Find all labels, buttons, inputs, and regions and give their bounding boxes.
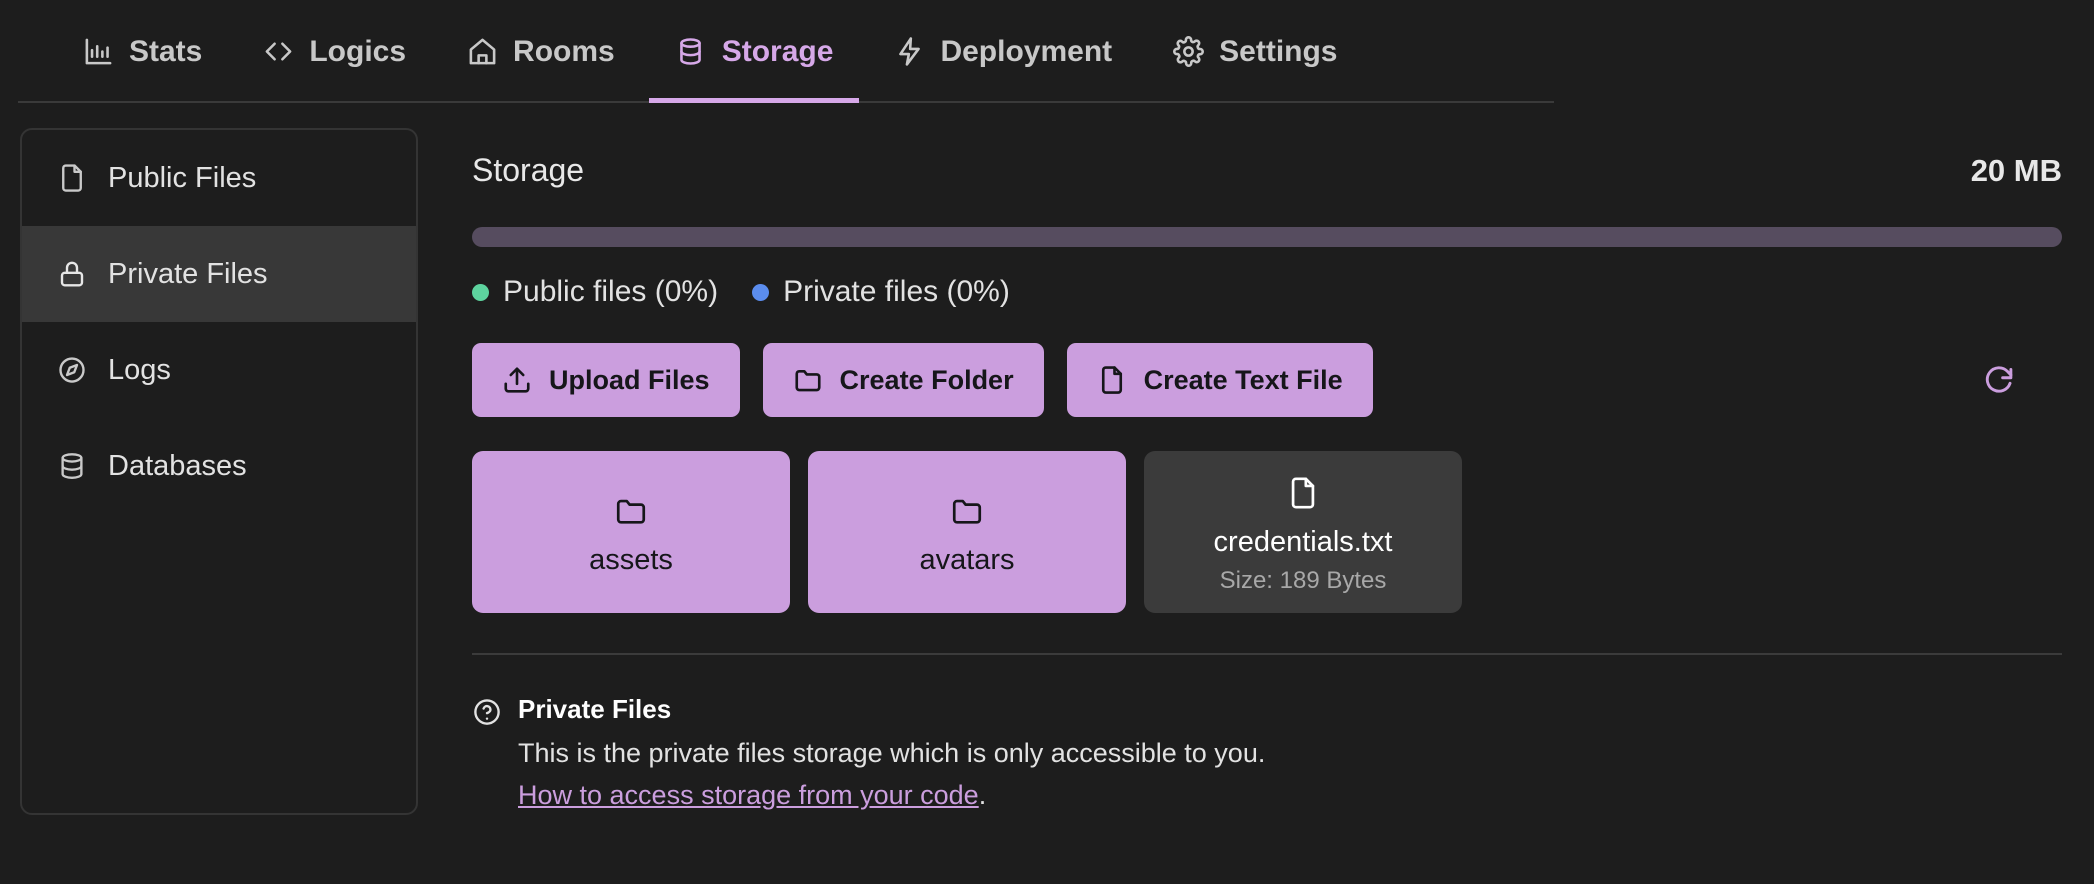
sidebar-item-private-files[interactable]: Private Files [22, 226, 416, 322]
button-label: Create Folder [839, 364, 1014, 395]
file-name: avatars [919, 543, 1015, 576]
tab-label: Deployment [940, 34, 1113, 68]
storage-header: Storage 20 MB [470, 128, 2064, 189]
question-mark-icon [472, 691, 502, 815]
help-title: Private Files [518, 694, 672, 724]
folder-icon [950, 488, 984, 534]
storage-docs-link[interactable]: How to access storage from your code [518, 780, 979, 810]
sidebar: Public Files Private Files Logs Database… [20, 128, 418, 815]
button-label: Upload Files [549, 364, 710, 395]
file-icon [1097, 365, 1127, 395]
tab-logics[interactable]: Logics [232, 0, 436, 103]
help-body: Private Files This is the private files … [518, 691, 1265, 815]
storage-toolbar: Upload Files Create Folder Create Text F… [472, 343, 2062, 417]
storage-legend: Public files (0%) Private files (0%) [472, 275, 2062, 309]
tab-deployment[interactable]: Deployment [863, 0, 1142, 103]
sidebar-item-logs[interactable]: Logs [22, 322, 416, 418]
tab-rooms[interactable]: Rooms [436, 0, 645, 103]
sidebar-item-public-files[interactable]: Public Files [22, 130, 416, 226]
legend-dot-private [752, 283, 770, 301]
tab-label: Logics [309, 34, 407, 68]
sidebar-item-databases[interactable]: Databases [22, 418, 416, 514]
legend-label: Public files (0%) [503, 275, 719, 308]
refresh-button[interactable] [1970, 352, 2026, 408]
code-icon [262, 36, 294, 68]
folder-card-assets[interactable]: assets [472, 451, 790, 613]
legend-item-private-files: Private files (0%) [752, 275, 1010, 309]
upload-icon [502, 365, 532, 395]
tab-label: Stats [129, 34, 203, 68]
folder-card-avatars[interactable]: avatars [808, 451, 1126, 613]
storage-usage-bar [472, 227, 2062, 247]
file-size: Size: 189 Bytes [1219, 566, 1387, 594]
tab-label: Settings [1219, 34, 1338, 68]
legend-item-public-files: Public files (0%) [472, 275, 718, 309]
sidebar-item-label: Databases [108, 449, 247, 482]
tab-label: Storage [721, 34, 834, 68]
sidebar-item-label: Logs [108, 353, 171, 386]
button-label: Create Text File [1143, 364, 1343, 395]
create-folder-button[interactable]: Create Folder [762, 343, 1044, 417]
database-icon [56, 450, 88, 482]
home-icon [466, 36, 498, 68]
top-navigation: Stats Logics Rooms Storage Deployment Se… [0, 0, 2094, 103]
help-link-suffix: . [978, 780, 987, 811]
page-body: Public Files Private Files Logs Database… [0, 103, 2094, 815]
file-name: credentials.txt [1213, 525, 1393, 558]
file-icon [56, 162, 88, 194]
legend-dot-public [472, 283, 489, 301]
tab-label: Rooms [513, 34, 615, 68]
page-title: Storage [472, 152, 585, 188]
help-link-line: How to access storage from your code. [518, 776, 1265, 814]
gear-icon [1172, 36, 1204, 68]
file-icon [1286, 470, 1320, 516]
file-card-credentials-txt[interactable]: credentials.txt Size: 189 Bytes [1144, 451, 1462, 613]
sidebar-item-label: Public Files [108, 161, 257, 194]
refresh-icon [1982, 364, 2015, 397]
bar-chart-icon [82, 36, 114, 68]
lock-icon [56, 258, 88, 290]
legend-label: Private files (0%) [783, 275, 1010, 308]
main-content: Storage 20 MB Public files (0%) Private … [418, 128, 2094, 815]
create-text-file-button[interactable]: Create Text File [1066, 343, 1373, 417]
sidebar-item-label: Private Files [108, 257, 268, 290]
tab-storage[interactable]: Storage [645, 0, 864, 103]
folder-icon [614, 488, 648, 534]
help-description: This is the private files storage which … [518, 737, 1266, 768]
tab-stats[interactable]: Stats [52, 0, 232, 103]
help-section: Private Files This is the private files … [472, 691, 2062, 815]
compass-icon [56, 354, 88, 386]
file-name: assets [589, 543, 673, 576]
upload-files-button[interactable]: Upload Files [472, 343, 740, 417]
file-grid: assets avatars credentials.txt Size: 189 [472, 451, 2062, 613]
tab-settings[interactable]: Settings [1142, 0, 1367, 103]
lightning-icon [893, 36, 925, 68]
database-icon [675, 36, 707, 68]
section-divider [472, 653, 2062, 655]
folder-icon [793, 365, 823, 395]
storage-total-size: 20 MB [1970, 153, 2062, 188]
